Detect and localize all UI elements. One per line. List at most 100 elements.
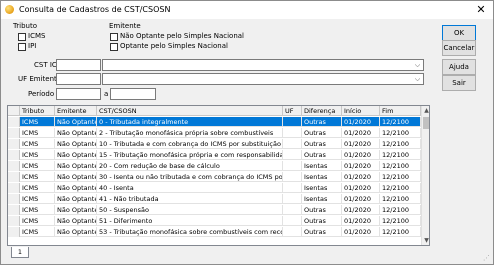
- column-header-fim[interactable]: Fim: [380, 106, 421, 116]
- ipi-checkbox[interactable]: [18, 43, 26, 51]
- cell-tributo: ICMS: [20, 128, 55, 138]
- cell-diferenca: Isentas: [302, 172, 342, 182]
- column-header-emitente[interactable]: Emitente: [55, 106, 97, 116]
- row-indicator[interactable]: [8, 194, 20, 204]
- chevron-down-icon[interactable]: ⌵: [413, 74, 422, 84]
- header-indicator: [8, 106, 20, 116]
- cell-cst: 40 - Isenta: [97, 183, 283, 193]
- row-indicator[interactable]: [8, 139, 20, 149]
- cell-cst: 41 - Não tributada: [97, 194, 283, 204]
- cell-fim: 12/2100: [380, 227, 421, 237]
- cell-tributo: ICMS: [20, 139, 55, 149]
- table-row[interactable]: ICMS Não Optante 0 - Tributada integralmen…: [8, 117, 421, 127]
- row-indicator[interactable]: [8, 205, 20, 215]
- column-header-tributo[interactable]: Tributo: [20, 106, 55, 116]
- row-indicator[interactable]: [8, 216, 20, 226]
- cell-uf: [283, 128, 302, 138]
- cell-uf: [283, 205, 302, 215]
- close-icon[interactable]: ✕: [471, 2, 491, 18]
- column-header-uf[interactable]: UF: [283, 106, 302, 116]
- scroll-down-icon[interactable]: ▼: [422, 236, 429, 245]
- cell-emitente: Não Optante: [57, 128, 97, 138]
- cell-diferenca: Outras: [302, 150, 342, 160]
- cell-cst: 10 - Tributada e com cobrança do ICMS po…: [99, 139, 283, 149]
- cell-inicio: 01/2020: [342, 172, 380, 182]
- uf-emitente-combo[interactable]: ⌵: [102, 73, 424, 85]
- cell-tributo: ICMS: [20, 150, 55, 160]
- cell-uf: [283, 150, 302, 160]
- cell-diferenca: Isentas: [302, 183, 342, 193]
- table-row[interactable]: ICMS Não Optante 15 - Tributação monofásic…: [8, 150, 421, 160]
- row-indicator[interactable]: [8, 150, 20, 160]
- periodo-start-field[interactable]: [56, 88, 101, 100]
- table-row[interactable]: ICMS Não Optante 30 - Isenta ou não tribut…: [8, 172, 421, 182]
- cell-tributo: ICMS: [20, 216, 55, 226]
- ok-button[interactable]: OK: [442, 25, 476, 41]
- row-indicator[interactable]: [8, 172, 20, 182]
- grid-header: Tributo Emitente CST/CSOSN UF Diferença …: [8, 106, 421, 116]
- cell-tributo: ICMS: [20, 194, 55, 204]
- row-indicator[interactable]: [8, 128, 20, 138]
- cell-tributo: ICMS: [20, 183, 55, 193]
- help-button[interactable]: Ajuda: [442, 59, 476, 75]
- cell-diferenca: Outras: [302, 205, 342, 215]
- row-indicator[interactable]: [8, 117, 20, 127]
- window-title: Consulta de Cadastros de CST/CSOSN: [19, 5, 171, 14]
- uf-emitente-code-field[interactable]: [56, 73, 101, 85]
- cell-emitente: Não Optante: [57, 150, 97, 160]
- cancel-button[interactable]: Cancelar: [442, 40, 476, 56]
- scroll-up-icon[interactable]: ▲: [422, 106, 429, 115]
- cell-emitente: Não Optante: [57, 172, 97, 182]
- vertical-scrollbar[interactable]: ▲ ▼: [421, 106, 429, 245]
- chevron-down-icon[interactable]: ⌵: [413, 60, 422, 70]
- table-row[interactable]: ICMS Não Optante 50 - Suspensão Outras 01/20…: [8, 205, 421, 215]
- column-header-diferenca[interactable]: Diferença: [302, 106, 342, 116]
- scroll-thumb[interactable]: [423, 117, 429, 129]
- exit-button-label: Sair: [452, 79, 466, 87]
- cell-diferenca: Outras: [302, 139, 342, 149]
- cell-fim: 12/2100: [380, 139, 421, 149]
- cell-uf: [283, 194, 302, 204]
- table-row[interactable]: ICMS Não Optante 41 - Não tributada Isentas…: [8, 194, 421, 204]
- cell-inicio: 01/2020: [342, 128, 380, 138]
- cell-diferenca: Outras: [302, 227, 342, 237]
- row-indicator[interactable]: [8, 183, 20, 193]
- table-row[interactable]: ICMS Não Optante 53 - Tributação monofásic…: [8, 227, 421, 237]
- table-row[interactable]: ICMS Não Optante 2 - Tributação monofásica…: [8, 128, 421, 138]
- emitente-label: Emitente: [109, 22, 141, 30]
- table-row[interactable]: ICMS Não Optante 51 - Diferimento Outras 01/…: [8, 216, 421, 226]
- table-row[interactable]: ICMS Não Optante 10 - Tributada e com cobr…: [8, 139, 421, 149]
- table-row[interactable]: ICMS Não Optante 40 - Isenta Isentas 01/2020…: [8, 183, 421, 193]
- row-indicator[interactable]: [8, 227, 20, 237]
- cst-icms-combo[interactable]: ⌵: [102, 59, 424, 71]
- cell-cst: 20 - Com redução de base de cálculo: [97, 161, 283, 171]
- cell-cst: 51 - Diferimento: [97, 216, 283, 226]
- column-header-inicio[interactable]: Início: [342, 106, 380, 116]
- resize-grip-icon[interactable]: ⋰: [483, 254, 492, 263]
- tributo-label: Tributo: [13, 22, 37, 30]
- periodo-end-field[interactable]: [110, 88, 156, 100]
- cell-inicio: 01/2020: [342, 216, 380, 226]
- cell-diferenca: Outras: [302, 117, 342, 127]
- app-icon: [5, 5, 14, 14]
- cst-icms-code-field[interactable]: [56, 59, 101, 71]
- nao-optante-checkbox[interactable]: [110, 33, 118, 41]
- results-grid[interactable]: Tributo Emitente CST/CSOSN UF Diferença …: [7, 105, 430, 246]
- cell-fim: 12/2100: [380, 172, 421, 182]
- exit-button[interactable]: Sair: [442, 75, 476, 91]
- optante-checkbox[interactable]: [110, 43, 118, 51]
- cell-fim: 12/2100: [380, 183, 421, 193]
- column-header-cst[interactable]: CST/CSOSN: [97, 106, 283, 116]
- cell-diferenca: Isentas: [302, 161, 342, 171]
- icms-checkbox[interactable]: [18, 33, 26, 41]
- uf-emitente-label: UF Emitente: [18, 75, 62, 83]
- row-indicator[interactable]: [8, 161, 20, 171]
- title-bar: Consulta de Cadastros de CST/CSOSN ✕: [1, 1, 493, 19]
- cell-fim: 12/2100: [380, 216, 421, 226]
- cell-uf: [283, 117, 302, 127]
- cell-diferenca: Outras: [302, 216, 342, 226]
- cell-fim: 12/2100: [380, 194, 421, 204]
- table-row[interactable]: ICMS Não Optante 20 - Com redução de base …: [8, 161, 421, 171]
- tab-1[interactable]: 1: [11, 247, 29, 258]
- cell-emitente: Não Optante: [57, 194, 97, 204]
